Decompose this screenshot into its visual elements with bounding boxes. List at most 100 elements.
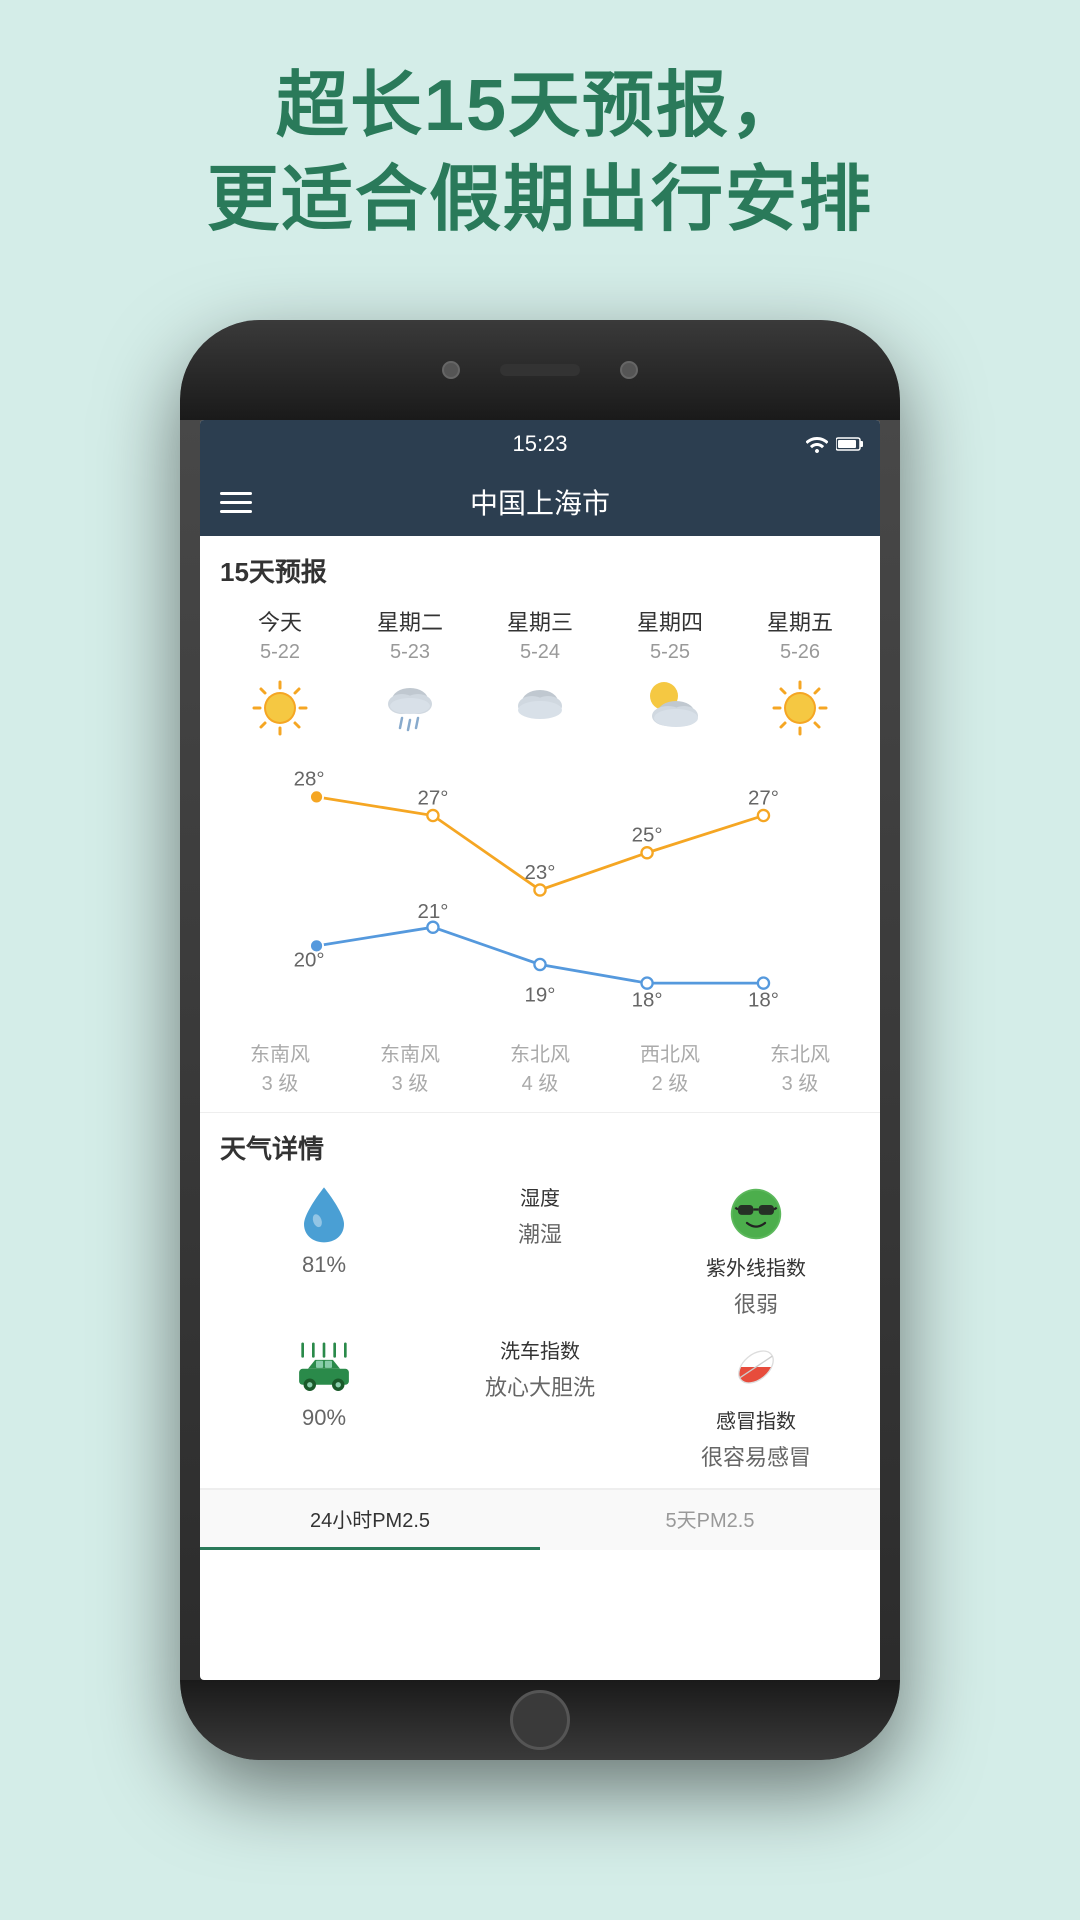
battery-icon bbox=[836, 436, 864, 452]
temperature-chart: 28° 27° 23° 25° 27° bbox=[220, 750, 860, 1030]
detail-humidity-label: 湿度 潮湿 bbox=[436, 1182, 644, 1319]
svg-text:27°: 27° bbox=[748, 786, 779, 809]
svg-text:25°: 25° bbox=[632, 824, 663, 847]
wind-level-0: 3 级 bbox=[230, 1067, 330, 1096]
day-icon-4 bbox=[768, 676, 832, 740]
page-header: 超长15天预报， 更适合假期出行安排 bbox=[0, 0, 1080, 247]
svg-text:27°: 27° bbox=[417, 786, 448, 809]
wind-level-1: 3 级 bbox=[360, 1067, 460, 1096]
car-wash-pct-value: 90% bbox=[302, 1405, 346, 1431]
svg-text:18°: 18° bbox=[632, 988, 663, 1011]
sun-icon bbox=[250, 678, 310, 738]
status-bar: 15:23 bbox=[200, 420, 880, 468]
tab-5day-pm25[interactable]: 5天PM2.5 bbox=[540, 1490, 880, 1550]
main-content: 15天预报 今天 5-22 bbox=[200, 536, 880, 1550]
wind-row: 东南风 3 级 东南风 3 级 东北风 4 级 西北风 bbox=[220, 1030, 860, 1112]
uv-emoji-icon bbox=[724, 1182, 788, 1246]
wind-col-2: 东北风 4 级 bbox=[490, 1038, 590, 1096]
svg-text:19°: 19° bbox=[525, 984, 556, 1007]
day-icon-1 bbox=[378, 676, 442, 740]
phone-bottom bbox=[180, 1680, 900, 1760]
day-col-thu: 星期四 5-25 bbox=[620, 605, 720, 740]
hamburger-menu[interactable] bbox=[220, 492, 252, 513]
status-time: 15:23 bbox=[512, 431, 567, 457]
details-grid: 81% 湿度 潮湿 bbox=[220, 1182, 860, 1472]
partly-cloudy-icon bbox=[638, 676, 702, 740]
humidity-label: 湿度 bbox=[520, 1182, 560, 1211]
uv-label: 紫外线指数 bbox=[706, 1252, 806, 1281]
home-button[interactable] bbox=[510, 1690, 570, 1750]
detail-car-wash-pct: 90% bbox=[220, 1335, 428, 1472]
cold-label: 感冒指数 bbox=[716, 1405, 796, 1434]
day-name-1: 星期二 bbox=[377, 605, 443, 637]
svg-text:21°: 21° bbox=[417, 900, 448, 923]
temp-chart-svg: 28° 27° 23° 25° 27° bbox=[270, 750, 810, 1030]
phone-device: 15:23 bbox=[180, 320, 900, 1760]
car-svg bbox=[292, 1342, 356, 1392]
details-title: 天气详情 bbox=[220, 1129, 860, 1166]
phone-screen: 15:23 bbox=[200, 420, 880, 1680]
day-date-1: 5-23 bbox=[390, 641, 430, 664]
app-header: 中国上海市 bbox=[200, 468, 880, 536]
uv-value: 很弱 bbox=[734, 1287, 778, 1319]
svg-text:20°: 20° bbox=[294, 948, 325, 971]
sunglasses-svg bbox=[729, 1187, 783, 1241]
water-drop-icon bbox=[292, 1182, 356, 1246]
detail-humidity-pct: 81% bbox=[220, 1182, 428, 1319]
header-line1: 超长15天预报， bbox=[0, 60, 1080, 154]
day-col-today: 今天 5-22 bbox=[230, 605, 330, 740]
day-name-3: 星期四 bbox=[637, 605, 703, 637]
day-col-tue: 星期二 5-23 bbox=[360, 605, 460, 740]
wind-col-0: 东南风 3 级 bbox=[230, 1038, 330, 1096]
cloud-rain-icon bbox=[380, 678, 440, 738]
bottom-tabs: 24小时PM2.5 5天PM2.5 bbox=[200, 1489, 880, 1550]
front-camera bbox=[442, 361, 460, 379]
phone-body: 15:23 bbox=[180, 320, 900, 1760]
status-icons bbox=[806, 435, 864, 453]
wind-col-3: 西北风 2 级 bbox=[620, 1038, 720, 1096]
svg-text:23°: 23° bbox=[525, 861, 556, 884]
day-name-0: 今天 bbox=[258, 605, 302, 637]
day-name-2: 星期三 bbox=[507, 605, 573, 637]
pill-icon bbox=[724, 1335, 788, 1399]
car-wash-status: 放心大胆洗 bbox=[485, 1370, 595, 1402]
phone-sensor bbox=[620, 361, 638, 379]
wind-dir-0: 东南风 bbox=[230, 1038, 330, 1067]
car-wash-icon bbox=[292, 1335, 356, 1399]
pill-svg bbox=[729, 1340, 783, 1394]
svg-text:18°: 18° bbox=[748, 988, 779, 1011]
day-name-4: 星期五 bbox=[767, 605, 833, 637]
detail-car-wash-label: 洗车指数 放心大胆洗 bbox=[436, 1335, 644, 1472]
humidity-status: 潮湿 bbox=[518, 1217, 562, 1249]
wind-col-4: 东北风 3 级 bbox=[750, 1038, 850, 1096]
header-line2: 更适合假期出行安排 bbox=[0, 154, 1080, 248]
day-date-3: 5-25 bbox=[650, 641, 690, 664]
wind-dir-3: 西北风 bbox=[620, 1038, 720, 1067]
phone-top-bar bbox=[180, 320, 900, 420]
day-icon-2 bbox=[508, 676, 572, 740]
day-date-0: 5-22 bbox=[260, 641, 300, 664]
forecast-title: 15天预报 bbox=[220, 552, 860, 589]
days-row: 今天 5-22 bbox=[220, 605, 860, 740]
cloud-icon bbox=[510, 678, 570, 738]
humidity-pct-value: 81% bbox=[302, 1252, 346, 1278]
tab-24h-pm25[interactable]: 24小时PM2.5 bbox=[200, 1490, 540, 1550]
wind-level-4: 3 级 bbox=[750, 1067, 850, 1096]
app-title: 中国上海市 bbox=[470, 482, 610, 522]
sun-icon-2 bbox=[770, 678, 830, 738]
cold-value: 很容易感冒 bbox=[701, 1440, 811, 1472]
details-section: 天气详情 81% bbox=[200, 1113, 880, 1488]
detail-cold: 感冒指数 很容易感冒 bbox=[652, 1335, 860, 1472]
wind-dir-1: 东南风 bbox=[360, 1038, 460, 1067]
day-date-2: 5-24 bbox=[520, 641, 560, 664]
day-icon-0 bbox=[248, 676, 312, 740]
wind-dir-4: 东北风 bbox=[750, 1038, 850, 1067]
phone-speaker bbox=[500, 364, 580, 376]
detail-uv: 紫外线指数 很弱 bbox=[652, 1182, 860, 1319]
svg-text:28°: 28° bbox=[294, 768, 325, 791]
drop-svg bbox=[299, 1184, 349, 1244]
day-date-4: 5-26 bbox=[780, 641, 820, 664]
wifi-icon bbox=[806, 435, 828, 453]
day-col-fri: 星期五 5-26 bbox=[750, 605, 850, 740]
wind-dir-2: 东北风 bbox=[490, 1038, 590, 1067]
